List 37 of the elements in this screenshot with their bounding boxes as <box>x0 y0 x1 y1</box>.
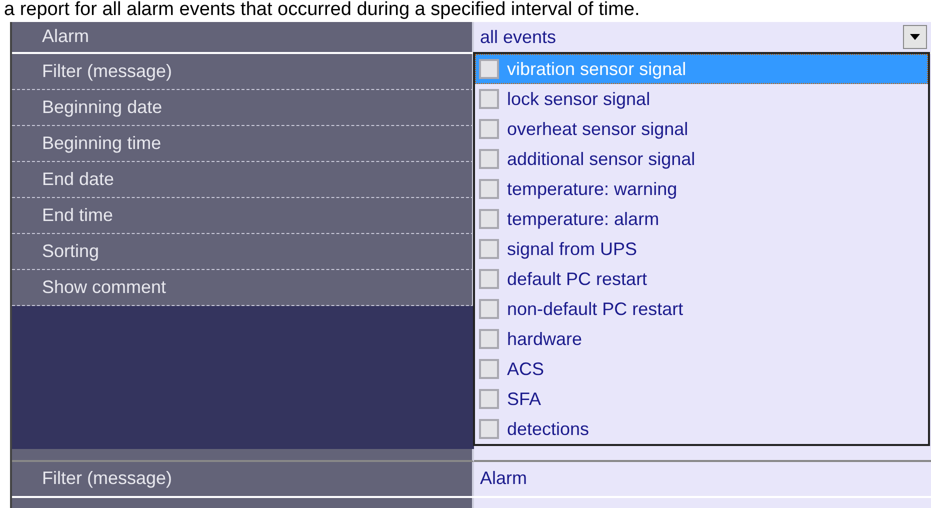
dropdown-option[interactable]: non-default PC restart <box>475 294 928 324</box>
dropdown-option[interactable]: hardware <box>475 324 928 354</box>
property-label: Beginning time <box>12 126 474 162</box>
dropdown-option[interactable]: ACS <box>475 354 928 384</box>
checkbox[interactable] <box>479 59 499 79</box>
checkbox[interactable] <box>479 89 499 109</box>
checkbox[interactable] <box>479 419 499 439</box>
checkbox[interactable] <box>479 179 499 199</box>
checkbox[interactable] <box>479 389 499 409</box>
property-label: Filter (message) <box>12 462 474 496</box>
property-label: Sorting <box>12 234 474 270</box>
property-value[interactable]: Alarm <box>474 462 931 496</box>
property-label: End date <box>12 162 474 198</box>
dropdown-option[interactable]: default PC restart <box>475 264 928 294</box>
dropdown-option[interactable]: SFA <box>475 384 928 414</box>
dropdown-option[interactable]: temperature: alarm <box>475 204 928 234</box>
checkbox[interactable] <box>479 239 499 259</box>
property-label: End time <box>12 198 474 234</box>
property-label: Alarm <box>12 22 474 52</box>
property-dropdown[interactable]: all events <box>474 22 931 52</box>
property-label: Show comment <box>12 270 474 306</box>
property-label: Filter (message) <box>12 54 474 90</box>
checkbox[interactable] <box>479 209 499 229</box>
property-label: Beginning date <box>12 90 474 126</box>
dropdown-option[interactable]: temperature: warning <box>475 174 928 204</box>
dropdown-option[interactable]: additional sensor signal <box>475 144 928 174</box>
checkbox[interactable] <box>479 119 499 139</box>
checkbox[interactable] <box>479 299 499 319</box>
checkbox[interactable] <box>479 359 499 379</box>
caption-text: a report for all alarm events that occurred during a specified interval of time. <box>3 0 641 22</box>
dropdown-option[interactable]: lock sensor signal <box>475 84 928 114</box>
checkbox[interactable] <box>479 269 499 289</box>
dropdown-option[interactable]: overheat sensor signal <box>475 114 928 144</box>
dropdown-option[interactable]: signal from UPS <box>475 234 928 264</box>
checkbox[interactable] <box>479 329 499 349</box>
dropdown-option[interactable]: detections <box>475 414 928 444</box>
checkbox[interactable] <box>479 149 499 169</box>
